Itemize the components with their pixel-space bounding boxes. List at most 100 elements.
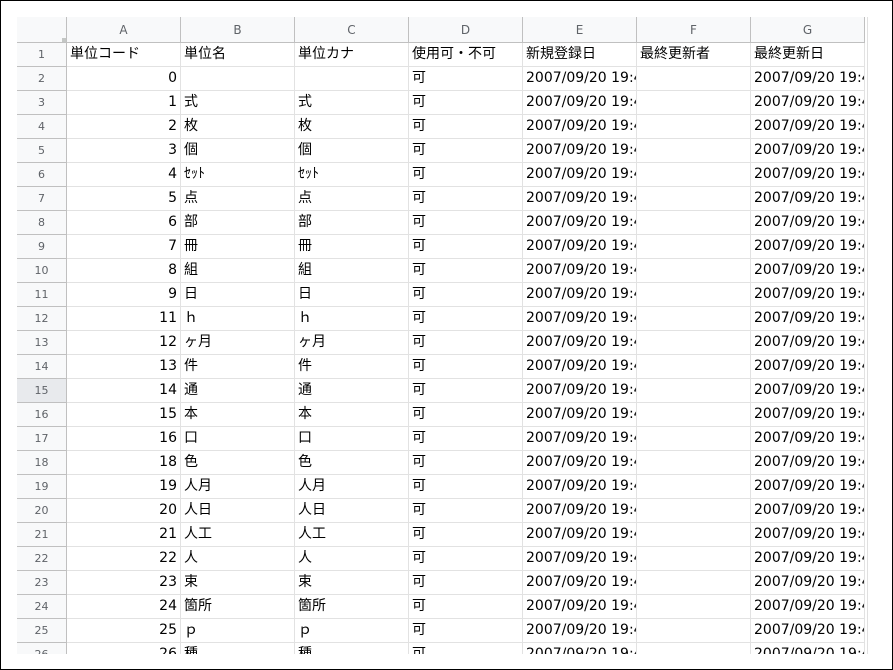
table-cell[interactable]: 2007/09/20 19:43 [751,475,865,499]
table-cell[interactable]: 組 [181,259,295,283]
table-cell[interactable]: ヶ月 [295,331,409,355]
table-cell[interactable]: 3 [67,139,181,163]
table-cell[interactable]: 件 [181,355,295,379]
table-cell[interactable]: ｈ [295,307,409,331]
table-cell[interactable] [637,475,751,499]
table-cell[interactable]: 口 [295,427,409,451]
table-cell[interactable]: 2007/09/20 19:43 [523,211,637,235]
table-cell[interactable]: 2007/09/20 19:43 [751,547,865,571]
table-cell[interactable]: 2007/09/20 19:43 [523,355,637,379]
table-cell[interactable]: 色 [295,451,409,475]
table-cell[interactable]: 22 [67,547,181,571]
table-cell[interactable]: 2007/09/20 19:43 [523,403,637,427]
table-cell[interactable]: 6 [67,211,181,235]
row-header-25[interactable]: 25 [17,619,67,643]
row-header-23[interactable]: 23 [17,571,67,595]
row-header-6[interactable]: 6 [17,163,67,187]
table-cell[interactable]: 可 [409,139,523,163]
table-cell[interactable]: 本 [181,403,295,427]
table-cell[interactable]: 組 [295,259,409,283]
table-cell[interactable]: 2007/09/20 19:43 [523,643,637,654]
table-cell[interactable]: 2007/09/20 19:43 [523,187,637,211]
table-cell[interactable]: 18 [67,451,181,475]
column-header-d[interactable]: D [409,17,523,43]
table-cell[interactable]: 色 [181,451,295,475]
row-header-12[interactable]: 12 [17,307,67,331]
table-cell[interactable]: 2007/09/20 19:43 [523,619,637,643]
table-cell[interactable]: 2007/09/20 19:43 [751,331,865,355]
table-cell[interactable]: 枚 [295,115,409,139]
table-cell[interactable]: 点 [295,187,409,211]
table-cell[interactable]: 2007/09/20 19:43 [523,67,637,91]
table-cell[interactable]: 0 [67,67,181,91]
row-header-16[interactable]: 16 [17,403,67,427]
table-cell[interactable]: 14 [67,379,181,403]
table-cell[interactable]: ｈ [181,307,295,331]
table-cell[interactable]: 2007/09/20 19:43 [523,163,637,187]
table-cell[interactable]: 19 [67,475,181,499]
table-cell[interactable]: 枚 [181,115,295,139]
table-cell[interactable]: 11 [67,307,181,331]
table-cell[interactable]: 点 [181,187,295,211]
column-title-cell[interactable]: 単位カナ [295,43,409,67]
table-cell[interactable]: 可 [409,67,523,91]
table-cell[interactable]: 16 [67,427,181,451]
table-cell[interactable]: 2007/09/20 19:43 [523,235,637,259]
row-header-11[interactable]: 11 [17,283,67,307]
table-cell[interactable]: 5 [67,187,181,211]
table-cell[interactable]: 2007/09/20 19:43 [523,115,637,139]
table-cell[interactable]: 可 [409,427,523,451]
table-cell[interactable]: 可 [409,379,523,403]
table-cell[interactable]: 2007/09/20 19:43 [523,427,637,451]
row-header-1[interactable]: 1 [17,43,67,67]
row-header-26[interactable]: 26 [17,643,67,654]
table-cell[interactable]: 人工 [295,523,409,547]
table-cell[interactable]: 9 [67,283,181,307]
vertical-scrollbar[interactable] [867,17,878,654]
table-cell[interactable]: 可 [409,91,523,115]
table-cell[interactable]: 2007/09/20 19:43 [523,451,637,475]
table-cell[interactable]: 束 [181,571,295,595]
table-cell[interactable]: 2007/09/20 19:43 [751,67,865,91]
table-cell[interactable] [637,523,751,547]
table-cell[interactable]: ｐ [295,619,409,643]
row-header-9[interactable]: 9 [17,235,67,259]
table-cell[interactable] [637,427,751,451]
table-cell[interactable]: 2007/09/20 19:43 [751,595,865,619]
table-cell[interactable]: 可 [409,187,523,211]
table-cell[interactable]: 式 [181,91,295,115]
table-cell[interactable]: 可 [409,595,523,619]
table-cell[interactable]: 可 [409,331,523,355]
table-cell[interactable]: 個 [181,139,295,163]
table-cell[interactable]: 部 [181,211,295,235]
table-cell[interactable] [637,307,751,331]
table-cell[interactable]: 23 [67,571,181,595]
table-cell[interactable]: 種 [295,643,409,654]
table-cell[interactable] [637,67,751,91]
table-cell[interactable]: 2007/09/20 19:43 [751,571,865,595]
table-cell[interactable]: 2007/09/20 19:43 [751,427,865,451]
row-header-19[interactable]: 19 [17,475,67,499]
row-header-8[interactable]: 8 [17,211,67,235]
column-header-f[interactable]: F [637,17,751,43]
table-cell[interactable]: 可 [409,571,523,595]
table-cell[interactable]: 件 [295,355,409,379]
column-title-cell[interactable]: 最終更新者 [637,43,751,67]
table-cell[interactable] [295,67,409,91]
table-cell[interactable]: 束 [295,571,409,595]
table-cell[interactable]: 2007/09/20 19:43 [751,355,865,379]
column-header-g[interactable]: G [751,17,865,43]
table-cell[interactable]: 人 [295,547,409,571]
table-cell[interactable]: 2007/09/20 19:43 [751,211,865,235]
table-cell[interactable]: 通 [295,379,409,403]
table-cell[interactable]: 8 [67,259,181,283]
table-cell[interactable]: 2007/09/20 19:43 [751,259,865,283]
row-header-22[interactable]: 22 [17,547,67,571]
table-cell[interactable] [637,139,751,163]
table-cell[interactable]: 本 [295,403,409,427]
table-cell[interactable]: 種 [181,643,295,654]
table-cell[interactable]: 2007/09/20 19:43 [523,523,637,547]
row-header-21[interactable]: 21 [17,523,67,547]
table-cell[interactable]: 2007/09/20 19:43 [523,571,637,595]
column-header-b[interactable]: B [181,17,295,43]
